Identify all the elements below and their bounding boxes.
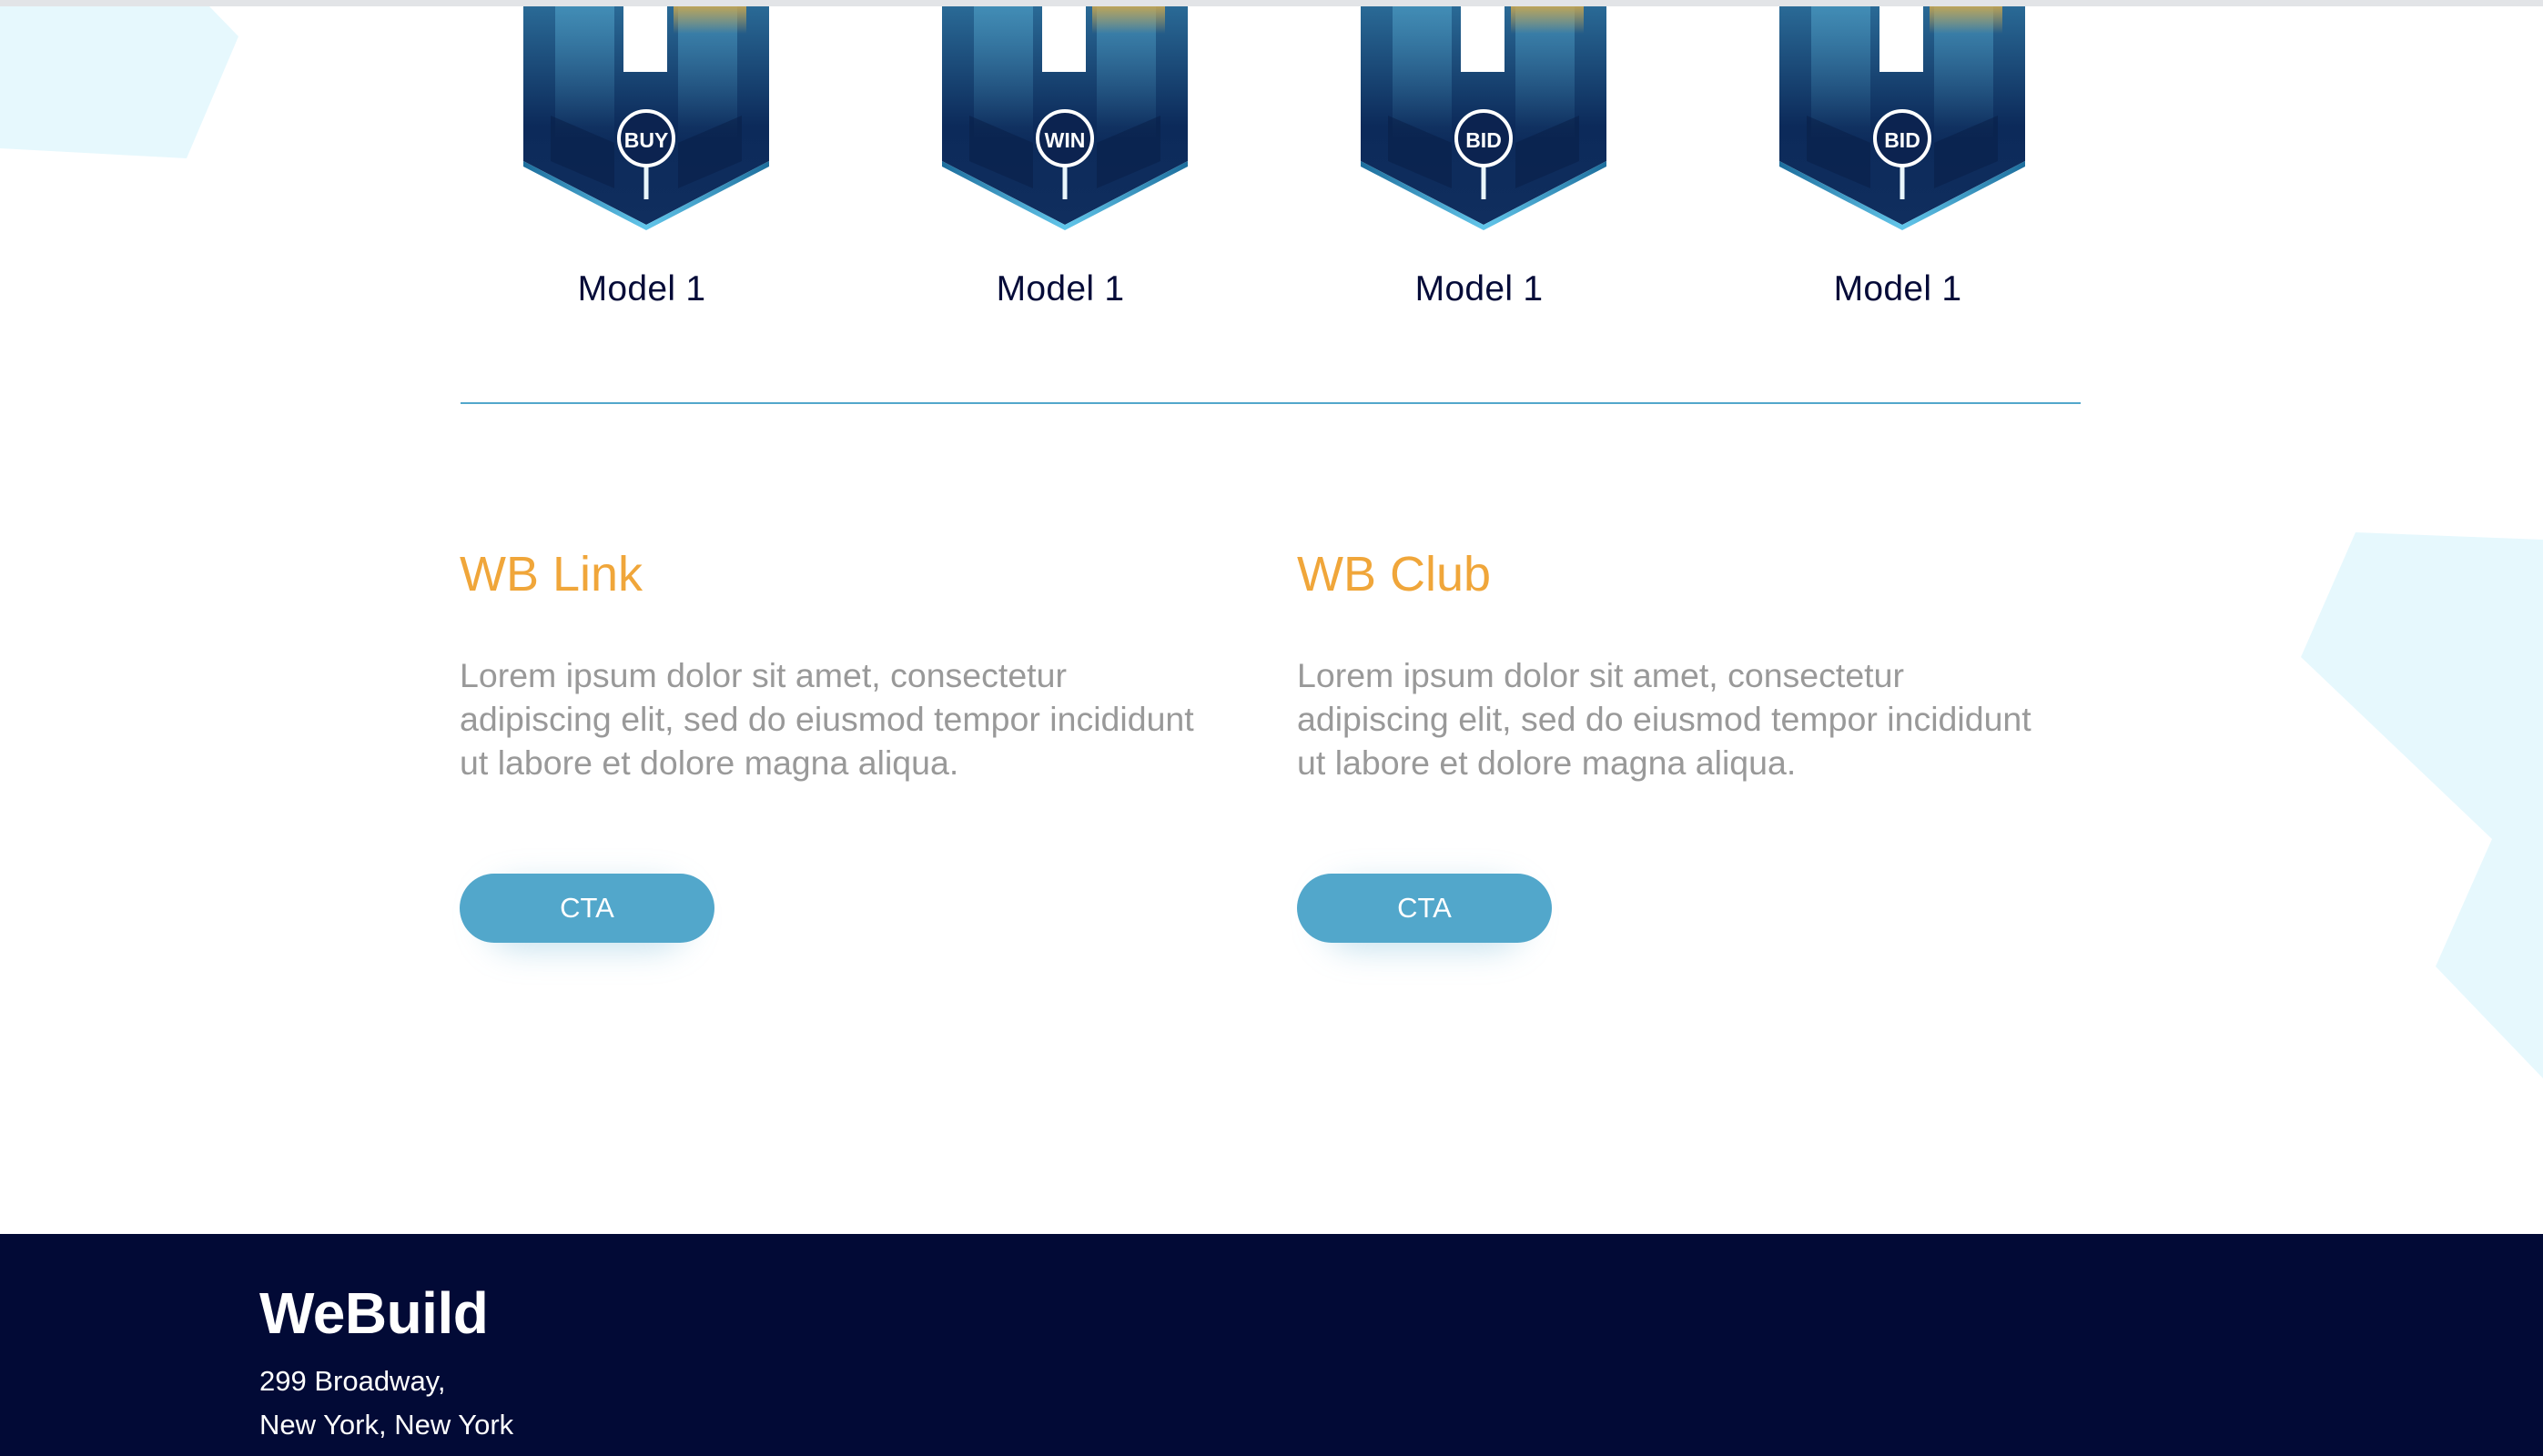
badge-text: BUY — [624, 128, 669, 152]
section-divider — [461, 402, 2081, 404]
footer-address-line: New York, New York — [259, 1409, 514, 1441]
badge-text: WIN — [1045, 128, 1086, 152]
model-label: Model 1 — [1414, 269, 1544, 308]
model-label: Model 1 — [577, 269, 706, 308]
win-badge-icon: WIN — [942, 6, 1188, 230]
bid-badge-icon: BID — [1779, 6, 2025, 230]
badge-text: BID — [1884, 128, 1920, 152]
footer-address-line: 299 Broadway, — [259, 1365, 446, 1397]
feature-title: WB Link — [460, 547, 643, 602]
footer: WeBuild 299 Broadway, New York, New York — [0, 1234, 2543, 1456]
page: BUY Model 1 WIN Model 1 BID Model 1 BID … — [0, 0, 2543, 1456]
feature-title: WB Club — [1297, 547, 1492, 602]
buy-badge-icon: BUY — [523, 6, 769, 230]
feature-description: Lorem ipsum dolor sit amet, consectetur … — [1297, 656, 2031, 782]
model-label: Model 1 — [996, 269, 1125, 308]
badge-text: BID — [1465, 128, 1502, 152]
model-label: Model 1 — [1833, 269, 1962, 308]
top-border — [0, 0, 2543, 6]
wb-link-cta-button[interactable]: CTA — [460, 874, 714, 943]
wb-club-cta-button[interactable]: CTA — [1297, 874, 1552, 943]
bid-badge-icon: BID — [1361, 6, 1606, 230]
feature-description: Lorem ipsum dolor sit amet, consectetur … — [460, 656, 1194, 782]
footer-brand[interactable]: WeBuild — [259, 1279, 489, 1347]
